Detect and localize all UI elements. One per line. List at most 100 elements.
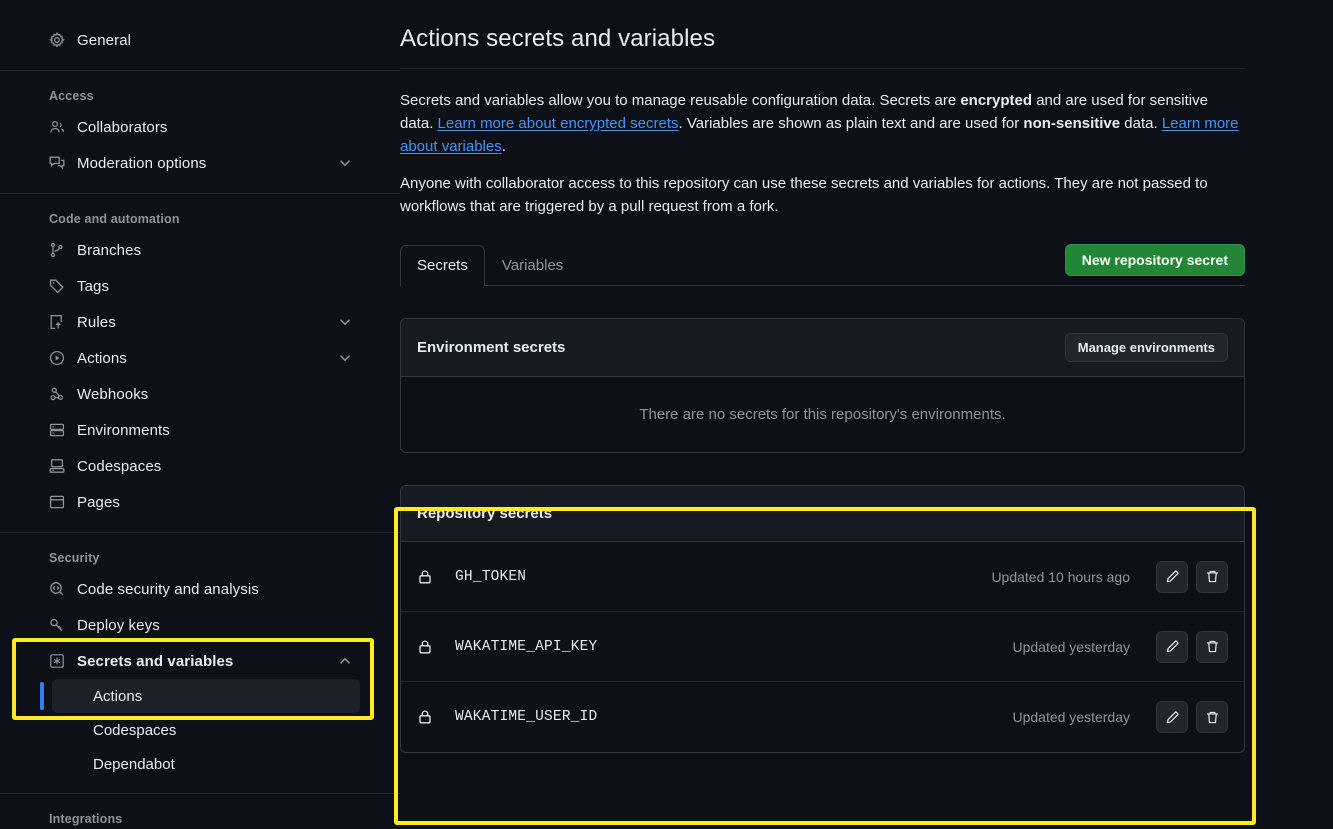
sidebar-item-label: General: [77, 32, 131, 49]
lock-icon: [417, 709, 433, 725]
table-row: WAKATIME_API_KEY Updated yesterday: [401, 612, 1244, 682]
repository-secrets-panel: Repository secrets GH_TOKEN Updated 10 h…: [400, 485, 1245, 753]
tab-secrets[interactable]: Secrets: [400, 245, 485, 286]
play-icon: [49, 350, 65, 366]
secret-updated: Updated yesterday: [1012, 709, 1130, 725]
repository-secrets-title: Repository secrets: [417, 505, 552, 522]
sidebar-subitem-codespaces[interactable]: Codespaces: [52, 713, 360, 747]
secret-name: WAKATIME_API_KEY: [455, 639, 597, 655]
server-icon: [49, 422, 65, 438]
webhook-icon: [49, 386, 65, 402]
desc-text: Secrets and variables allow you to manag…: [400, 92, 960, 109]
manage-environments-button[interactable]: Manage environments: [1065, 333, 1228, 362]
delete-secret-button[interactable]: [1196, 561, 1228, 593]
sidebar-item-label: Code security and analysis: [77, 581, 259, 598]
sidebar-section-heading-integrations: Integrations: [40, 812, 360, 826]
chevron-down-icon[interactable]: [338, 156, 352, 170]
sidebar-item-codespaces[interactable]: Codespaces: [40, 448, 360, 484]
desc-text: .: [502, 138, 506, 155]
repository-secrets-header: Repository secrets: [401, 486, 1244, 542]
sidebar-item-label: Environments: [77, 422, 170, 439]
title-divider: [400, 68, 1245, 69]
secret-name: GH_TOKEN: [455, 569, 526, 585]
desc-bold-non-sensitive: non-sensitive: [1023, 115, 1120, 132]
sidebar-item-label: Branches: [77, 242, 141, 259]
chevron-down-icon[interactable]: [338, 315, 352, 329]
settings-sidebar: General Access Collaborators: [0, 0, 400, 829]
sidebar-subitem-label: Actions: [93, 688, 142, 705]
git-branch-icon: [49, 242, 65, 258]
sidebar-section-heading-code-automation: Code and automation: [40, 212, 360, 226]
sidebar-subitem-label: Codespaces: [93, 722, 176, 739]
page-title: Actions secrets and variables: [400, 22, 1245, 56]
tab-variables[interactable]: Variables: [485, 245, 580, 286]
environment-secrets-header: Environment secrets Manage environments: [401, 319, 1244, 377]
sidebar-nav: General: [0, 22, 400, 58]
row-actions: [1156, 701, 1228, 733]
environment-secrets-title: Environment secrets: [417, 339, 565, 356]
table-row: WAKATIME_USER_ID Updated yesterday: [401, 682, 1244, 752]
sidebar-divider: [0, 793, 400, 794]
environment-secrets-empty-text: There are no secrets for this repository…: [401, 377, 1244, 452]
sidebar-item-secrets-and-variables[interactable]: Secrets and variables: [40, 643, 360, 679]
edit-secret-button[interactable]: [1156, 701, 1188, 733]
sidebar-item-label: Pages: [77, 494, 120, 511]
edit-secret-button[interactable]: [1156, 561, 1188, 593]
row-actions: [1156, 631, 1228, 663]
code-scan-icon: [49, 581, 65, 597]
sidebar-item-moderation-options[interactable]: Moderation options: [40, 145, 360, 181]
sidebar-item-actions[interactable]: Actions: [40, 340, 360, 376]
tag-icon: [49, 278, 65, 294]
sidebar-item-general[interactable]: General: [40, 22, 360, 58]
sidebar-item-code-security-and-analysis[interactable]: Code security and analysis: [40, 571, 360, 607]
lock-icon: [417, 569, 433, 585]
sidebar-section-heading-access: Access: [40, 89, 360, 103]
table-row: GH_TOKEN Updated 10 hours ago: [401, 542, 1244, 612]
sidebar-item-label: Deploy keys: [77, 617, 160, 634]
sidebar-item-label: Secrets and variables: [77, 653, 233, 670]
description-paragraph-1: Secrets and variables allow you to manag…: [400, 89, 1245, 158]
sidebar-divider: [0, 70, 400, 71]
secret-updated: Updated yesterday: [1012, 639, 1130, 655]
desc-bold-encrypted: encrypted: [960, 92, 1032, 109]
sidebar-item-branches[interactable]: Branches: [40, 232, 360, 268]
delete-secret-button[interactable]: [1196, 701, 1228, 733]
sidebar-item-label: Rules: [77, 314, 116, 331]
sidebar-subitem-actions[interactable]: Actions: [52, 679, 360, 713]
sidebar-item-label: Collaborators: [77, 119, 168, 136]
sidebar-subitem-dependabot[interactable]: Dependabot: [52, 747, 360, 781]
sidebar-item-label: Webhooks: [77, 386, 148, 403]
delete-secret-button[interactable]: [1196, 631, 1228, 663]
chevron-down-icon[interactable]: [338, 351, 352, 365]
secret-updated: Updated 10 hours ago: [991, 569, 1130, 585]
sidebar-subitem-label: Dependabot: [93, 756, 175, 773]
settings-page: General Access Collaborators: [0, 0, 1333, 829]
main-content: Actions secrets and variables Secrets an…: [400, 0, 1333, 829]
row-actions: [1156, 561, 1228, 593]
sidebar-item-deploy-keys[interactable]: Deploy keys: [40, 607, 360, 643]
secret-name: WAKATIME_USER_ID: [455, 709, 597, 725]
sidebar-item-label: Codespaces: [77, 458, 161, 475]
sidebar-section-access: Access Collaborators Moderati: [0, 89, 400, 181]
rules-icon: [49, 314, 65, 330]
sidebar-item-label: Actions: [77, 350, 127, 367]
chevron-up-icon[interactable]: [338, 654, 352, 668]
sidebar-item-rules[interactable]: Rules: [40, 304, 360, 340]
description-paragraph-2: Anyone with collaborator access to this …: [400, 172, 1245, 218]
link-encrypted-secrets[interactable]: Learn more about encrypted secrets: [438, 115, 679, 132]
environment-secrets-panel: Environment secrets Manage environments …: [400, 318, 1245, 453]
gear-icon: [49, 32, 65, 48]
sidebar-section-code-and-automation: Code and automation Branches Tags: [0, 212, 400, 520]
sidebar-item-environments[interactable]: Environments: [40, 412, 360, 448]
sidebar-item-pages[interactable]: Pages: [40, 484, 360, 520]
key-icon: [49, 617, 65, 633]
sidebar-item-collaborators[interactable]: Collaborators: [40, 109, 360, 145]
edit-secret-button[interactable]: [1156, 631, 1188, 663]
lock-icon: [417, 639, 433, 655]
sidebar-item-webhooks[interactable]: Webhooks: [40, 376, 360, 412]
sidebar-divider: [0, 532, 400, 533]
comment-discussion-icon: [49, 155, 65, 171]
desc-text: data.: [1120, 115, 1162, 132]
new-repository-secret-button[interactable]: New repository secret: [1065, 244, 1245, 276]
sidebar-item-tags[interactable]: Tags: [40, 268, 360, 304]
